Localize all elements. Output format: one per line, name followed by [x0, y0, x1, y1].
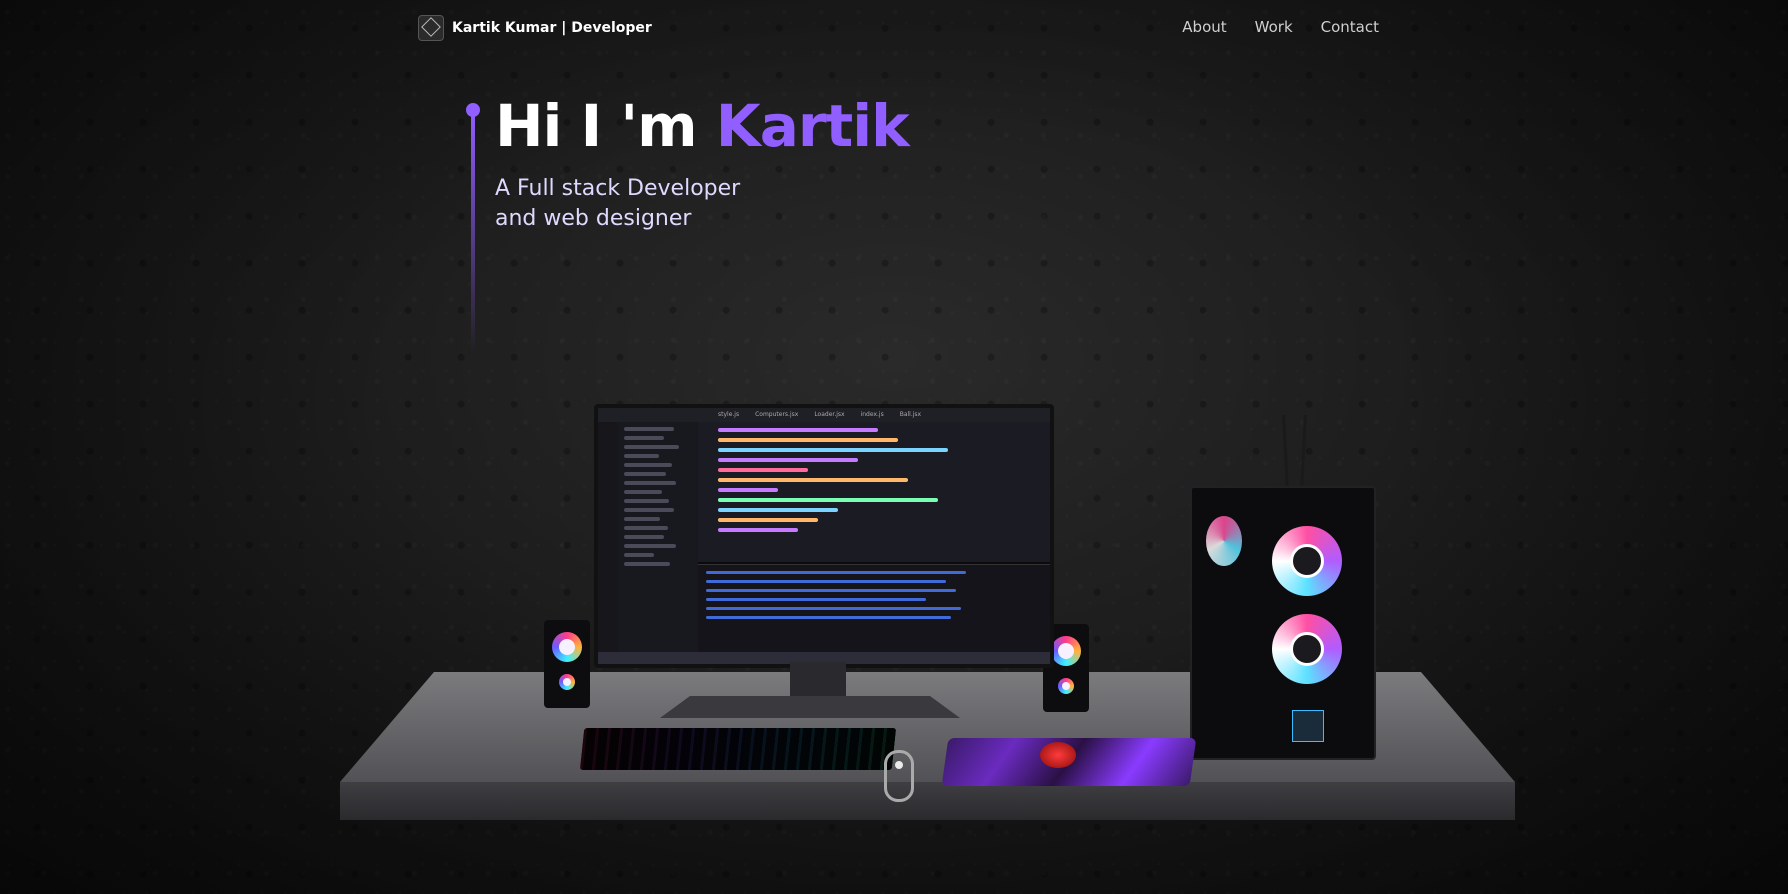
speaker-ring-icon [552, 632, 582, 662]
editor-tab: index.js [860, 411, 884, 418]
hero-accent-bar [471, 113, 475, 353]
left-speaker [544, 620, 590, 708]
scroll-down-indicator[interactable] [884, 750, 914, 802]
hero-name: Kartik [715, 92, 910, 160]
monitor: style.js Computers.jsx Loader.jsx index.… [594, 404, 1054, 668]
editor-terminal [698, 564, 1050, 652]
hero-accent-line [466, 103, 480, 353]
pc-tower [1190, 486, 1376, 760]
fan-icon [1272, 614, 1342, 684]
mouse [1040, 742, 1076, 768]
monitor-stand-base [660, 696, 960, 718]
editor-tab: Computers.jsx [755, 411, 799, 418]
editor-file-tree [618, 422, 698, 664]
editor-tab: Ball.jsx [899, 411, 922, 418]
antenna [1300, 414, 1307, 491]
brand-name: Kartik Kumar | Developer [452, 20, 652, 36]
logo-icon [418, 15, 444, 41]
scroll-dot-icon [895, 761, 903, 769]
nav-link-work[interactable]: Work [1255, 18, 1293, 36]
monitor-stand [790, 662, 846, 698]
brand-link[interactable]: Kartik Kumar | Developer [418, 15, 652, 41]
speaker-ring-icon [1058, 678, 1074, 694]
keyboard [579, 728, 897, 770]
nav-link-about[interactable]: About [1182, 18, 1226, 36]
editor-tab: style.js [718, 411, 740, 418]
editor-tab: Loader.jsx [814, 411, 845, 418]
speaker-ring-icon [559, 674, 575, 690]
hero-greeting: Hi I 'm [495, 92, 698, 160]
hero-subtitle-line2: and web designer [495, 206, 692, 231]
nav-links: About Work Contact [1182, 18, 1379, 36]
pc-logo-icon [1292, 710, 1324, 742]
hero-subtitle: A Full stack Developer and web designer [495, 174, 740, 234]
editor-tabs: style.js Computers.jsx Loader.jsx index.… [598, 408, 1050, 423]
navbar: Kartik Kumar | Developer About Work Cont… [0, 0, 1788, 56]
hero-subtitle-line1: A Full stack Developer [495, 176, 741, 201]
desk-front [340, 782, 1515, 820]
fan-icon [1272, 526, 1342, 596]
editor-activity-bar [598, 422, 618, 664]
fan-icon [1206, 516, 1242, 566]
antenna [1282, 414, 1289, 491]
nav-link-contact[interactable]: Contact [1321, 18, 1379, 36]
hero-title: Hi I 'm Kartik [495, 92, 910, 160]
speaker-ring-icon [1051, 636, 1081, 666]
computer-scene[interactable]: style.js Computers.jsx Loader.jsx index.… [0, 380, 1788, 894]
editor-code-area [698, 422, 1050, 562]
